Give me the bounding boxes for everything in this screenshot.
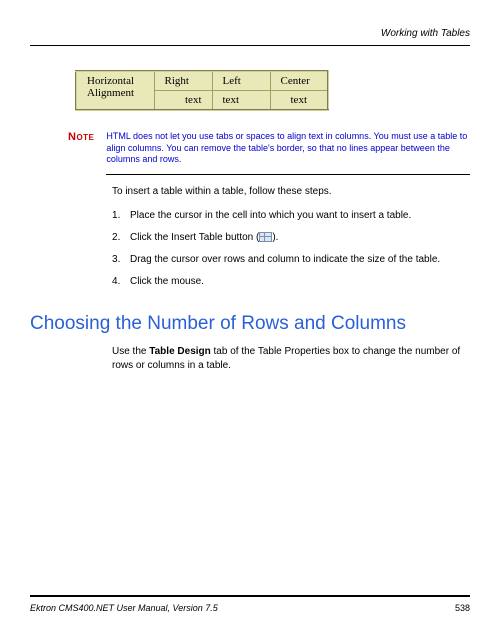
insert-table-icon	[259, 232, 272, 242]
note-text: HTML does not let you use tabs or spaces…	[106, 131, 470, 175]
step-4: Click the mouse.	[112, 275, 470, 289]
page-number: 538	[455, 603, 470, 613]
cell-right: text	[154, 91, 212, 111]
col-head-center: Center	[270, 71, 328, 91]
footer-left: Ektron CMS400.NET User Manual, Version 7…	[30, 603, 218, 613]
section-body-a: Use the	[112, 346, 149, 357]
note-label: Note	[68, 131, 94, 143]
intro-text: To insert a table within a table, follow…	[112, 185, 470, 199]
section-heading: Choosing the Number of Rows and Columns	[30, 313, 470, 335]
alignment-label-line2: Alignment	[87, 87, 134, 99]
step-1: Place the cursor in the cell into which …	[112, 209, 470, 223]
footer: Ektron CMS400.NET User Manual, Version 7…	[30, 595, 470, 613]
alignment-label-line1: Horizontal	[87, 75, 134, 87]
step-2: Click the Insert Table button ().	[112, 231, 470, 245]
header-rule	[30, 45, 470, 46]
section-body: Use the Table Design tab of the Table Pr…	[112, 345, 470, 373]
cell-left: text	[212, 91, 270, 111]
step-2-text-b: ).	[272, 232, 278, 243]
alignment-example-table: Horizontal Alignment Right Left Center t…	[75, 70, 329, 111]
alignment-label-cell: Horizontal Alignment	[76, 71, 154, 110]
step-list: Place the cursor in the cell into which …	[112, 209, 470, 289]
cell-center: text	[270, 91, 328, 111]
col-head-left: Left	[212, 71, 270, 91]
table-design-tab-name: Table Design	[149, 346, 211, 357]
running-header: Working with Tables	[30, 28, 470, 39]
col-head-right: Right	[154, 71, 212, 91]
step-3: Drag the cursor over rows and column to …	[112, 253, 470, 267]
note-block: Note HTML does not let you use tabs or s…	[68, 131, 470, 175]
step-2-text-a: Click the Insert Table button (	[130, 232, 259, 243]
